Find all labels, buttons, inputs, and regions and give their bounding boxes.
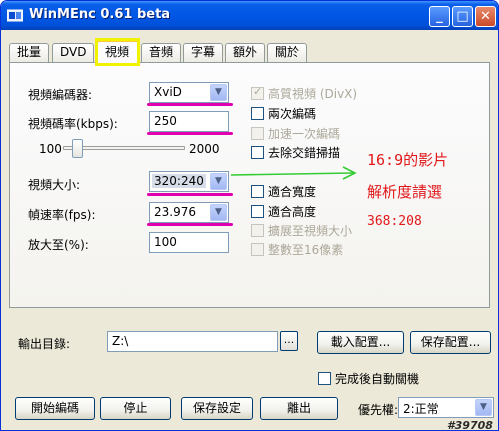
fit-height-label: 適合高度 — [268, 205, 317, 219]
app-icon — [7, 9, 23, 22]
chevron-down-icon[interactable]: ▼ — [475, 399, 492, 416]
maximize-button[interactable]: □ — [452, 6, 473, 27]
priority-select[interactable]: 2:正常 ▼ — [398, 397, 494, 418]
close-icon: ✕ — [480, 9, 491, 24]
zoom-label: 放大至(%): — [28, 238, 89, 252]
priority-value: 2:正常 — [403, 402, 439, 416]
slider-min-label: 100 — [39, 142, 62, 156]
watermark: #39708 — [447, 419, 493, 431]
save-settings-button[interactable]: 保存設定 — [181, 397, 253, 420]
deinterlace-label: 去除交錯掃描 — [268, 146, 341, 160]
check-icon: ✓ — [253, 85, 263, 98]
fit-width-label: 適合寬度 — [268, 185, 317, 199]
app-window: WinMEnc 0.61 beta _ □ ✕ 批量 DVD 視頻 音頻 字幕 … — [0, 0, 499, 431]
chevron-down-icon[interactable]: ▼ — [210, 173, 227, 190]
start-encode-button[interactable]: 開始編碼 — [15, 397, 95, 420]
priority-label: 優先權: — [358, 403, 399, 417]
annotation-line1: 16:9的影片 — [367, 151, 449, 169]
load-config-button[interactable]: 載入配置... — [317, 331, 404, 354]
auto-shutdown-checkbox[interactable]: 完成後自動關機 — [318, 370, 419, 387]
hq-label: 高質視頻 (DivX) — [268, 87, 358, 101]
tab-batch[interactable]: 批量 — [9, 43, 49, 62]
slider-max-label: 2000 — [189, 142, 220, 156]
close-button[interactable]: ✕ — [475, 6, 496, 27]
div16-checkbox[interactable]: 整數至16像素 — [251, 241, 343, 258]
bitrate-underline — [147, 132, 233, 135]
annotation-line3: 368:208 — [367, 214, 422, 229]
exit-button[interactable]: 離出 — [260, 397, 338, 420]
tab-about[interactable]: 關於 — [267, 43, 307, 62]
tab-audio[interactable]: 音頻 — [141, 43, 181, 62]
stop-button[interactable]: 停止 — [100, 397, 171, 420]
tab-extra[interactable]: 額外 — [225, 43, 265, 62]
minimize-button[interactable]: _ — [429, 6, 450, 27]
codec-underline — [147, 103, 233, 106]
fast-first-checkbox[interactable]: 加速一次編碼 — [251, 125, 340, 142]
bitrate-label: 視頻碼率(kbps): — [28, 117, 118, 131]
expand-label: 擴展至視頻大小 — [268, 224, 353, 238]
bitrate-input[interactable]: 250 — [149, 111, 229, 132]
expand-checkbox[interactable]: 擴展至視頻大小 — [251, 222, 352, 239]
annotation-arrow-icon — [230, 166, 357, 180]
fps-value: 23.976 — [154, 205, 196, 219]
fps-label: 幀速率(fps): — [28, 208, 96, 222]
div16-label: 整數至16像素 — [268, 243, 344, 257]
zoom-input[interactable]: 100 — [149, 232, 229, 253]
fps-select[interactable]: 23.976 ▼ — [149, 202, 229, 223]
maximize-icon: □ — [456, 9, 469, 24]
minimize-icon: _ — [436, 9, 443, 24]
size-select[interactable]: 320:240 ▼ — [149, 171, 229, 192]
auto-shutdown-label: 完成後自動關機 — [335, 372, 420, 386]
codec-label: 視頻編碼器: — [28, 88, 93, 102]
bitrate-value: 250 — [154, 114, 177, 128]
output-dir-label: 輸出目錄: — [18, 337, 71, 351]
window-title: WinMEnc 0.61 beta — [29, 7, 171, 22]
bitrate-slider-thumb[interactable] — [72, 139, 83, 158]
tab-dvd[interactable]: DVD — [52, 43, 94, 62]
output-dir-value: Z:\ — [112, 334, 129, 348]
two-pass-checkbox[interactable]: 兩次編碼 — [251, 105, 316, 122]
annotation-line2: 解析度請選 — [367, 183, 443, 201]
size-value: 320:240 — [152, 174, 206, 188]
title-bar[interactable]: WinMEnc 0.61 beta _ □ ✕ — [1, 1, 498, 30]
chevron-down-icon[interactable]: ▼ — [210, 204, 227, 221]
tab-video[interactable]: 視頻 — [97, 40, 139, 63]
fit-width-checkbox[interactable]: 適合寬度 — [251, 183, 316, 200]
output-dir-input[interactable]: Z:\ — [107, 331, 278, 352]
size-underline — [147, 193, 233, 196]
two-pass-label: 兩次編碼 — [268, 107, 317, 121]
codec-select[interactable]: XviD ▼ — [149, 82, 229, 103]
codec-value: XviD — [154, 85, 182, 99]
zoom-value: 100 — [154, 235, 177, 249]
tab-subtitle[interactable]: 字幕 — [183, 43, 223, 62]
hq-checkbox[interactable]: ✓ 高質視頻 (DivX) — [251, 85, 357, 102]
browse-button[interactable]: ... — [280, 331, 298, 351]
fast-first-label: 加速一次編碼 — [268, 127, 341, 141]
fps-underline — [147, 223, 233, 226]
chevron-down-icon[interactable]: ▼ — [210, 84, 227, 101]
deinterlace-checkbox[interactable]: 去除交錯掃描 — [251, 144, 340, 161]
save-config-button[interactable]: 保存配置... — [410, 331, 491, 354]
size-label: 視頻大小: — [28, 178, 81, 192]
fit-height-checkbox[interactable]: 適合高度 — [251, 203, 316, 220]
